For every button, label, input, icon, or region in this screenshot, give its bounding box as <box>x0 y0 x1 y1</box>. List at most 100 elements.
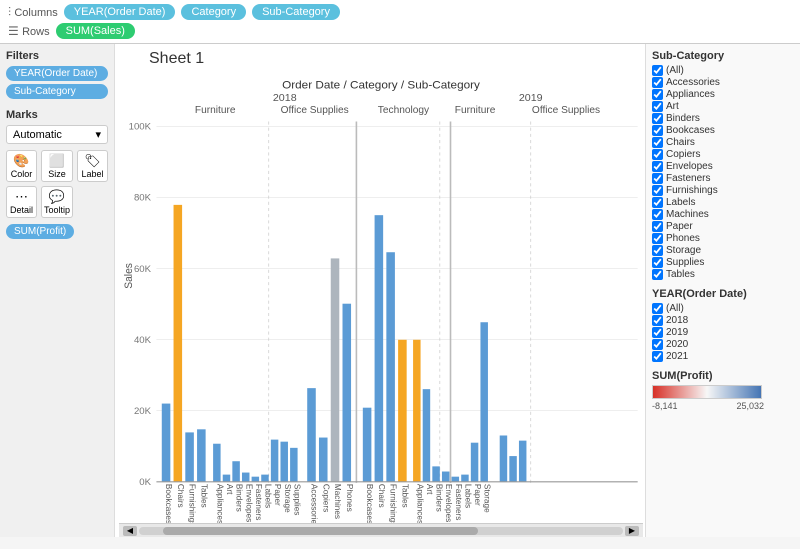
filter-sub-category[interactable]: Sub-Category <box>6 84 108 99</box>
sub-cat-supplies-checkbox[interactable] <box>652 257 663 268</box>
pill-sum-sales[interactable]: SUM(Sales) <box>56 23 135 39</box>
chart-svg: Order Date / Category / Sub-Category 201… <box>119 70 643 523</box>
sub-cat-art[interactable]: Art <box>652 101 794 112</box>
sub-cat-supplies[interactable]: Supplies <box>652 257 794 268</box>
year-2021[interactable]: 2021 <box>652 351 794 362</box>
sub-cat-fasteners-checkbox[interactable] <box>652 173 663 184</box>
year-all[interactable]: (All) <box>652 303 794 314</box>
sub-cat-phones-checkbox[interactable] <box>652 233 663 244</box>
legend-max: 25,032 <box>736 401 764 411</box>
pill-sub-category[interactable]: Sub-Category <box>252 4 340 20</box>
detail-icon: ⋯ <box>15 189 28 205</box>
marks-dropdown[interactable]: Automatic ▾ <box>6 125 108 144</box>
sub-cat-binders[interactable]: Binders <box>652 113 794 124</box>
sub-cat-tables[interactable]: Tables <box>652 269 794 280</box>
year-2018[interactable]: 2018 <box>652 315 794 326</box>
label-button[interactable]: 🏷 Label <box>77 150 108 182</box>
detail-button[interactable]: ⋯ Detail <box>6 186 37 218</box>
chevron-down-icon: ▾ <box>95 128 101 141</box>
sub-cat-chairs[interactable]: Chairs <box>652 137 794 148</box>
filter-year[interactable]: YEAR(Order Date) <box>6 66 108 81</box>
label-label: Label <box>81 169 103 179</box>
year-all-checkbox[interactable] <box>652 303 663 314</box>
rows-label: Rows <box>22 26 50 38</box>
size-icon: ⬜ <box>49 153 65 169</box>
year-2020-checkbox[interactable] <box>652 339 663 350</box>
svg-text:20K: 20K <box>134 406 152 417</box>
year-section: YEAR(Order Date) (All) 2018 2019 2020 20… <box>652 288 794 362</box>
sub-cat-copiers-checkbox[interactable] <box>652 149 663 160</box>
sub-cat-chairs-checkbox[interactable] <box>652 137 663 148</box>
marks-section: Marks Automatic ▾ 🎨 Color ⬜ Size 🏷 Label <box>6 109 108 239</box>
scroll-thumb[interactable] <box>163 527 478 535</box>
sub-cat-accessories[interactable]: Accessories <box>652 77 794 88</box>
sub-cat-all-checkbox[interactable] <box>652 65 663 76</box>
svg-text:Tables: Tables <box>400 484 410 508</box>
year-2021-checkbox[interactable] <box>652 351 663 362</box>
sub-cat-envelopes-checkbox[interactable] <box>652 161 663 172</box>
svg-text:40K: 40K <box>134 335 152 346</box>
svg-text:Tables: Tables <box>199 484 209 508</box>
svg-text:Phones: Phones <box>345 484 355 512</box>
sub-cat-furnishings[interactable]: Furnishings <box>652 185 794 196</box>
main-area: Filters YEAR(Order Date) Sub-Category Ma… <box>0 44 800 537</box>
sub-cat-appliances[interactable]: Appliances <box>652 89 794 100</box>
sub-cat-binders-checkbox[interactable] <box>652 113 663 124</box>
sub-cat-machines[interactable]: Machines <box>652 209 794 220</box>
top-bar: ⫶ Columns YEAR(Order Date) Category Sub-… <box>0 0 800 44</box>
tooltip-button[interactable]: 💬 Tooltip <box>41 186 73 218</box>
year-2019-checkbox[interactable] <box>652 327 663 338</box>
filters-section: Filters YEAR(Order Date) Sub-Category <box>6 50 108 99</box>
sub-cat-art-checkbox[interactable] <box>652 101 663 112</box>
scroll-right-arrow[interactable]: ▶ <box>625 526 639 536</box>
sub-category-section: Sub-Category (All) Accessories Appliance… <box>652 50 794 280</box>
horizontal-scrollbar[interactable]: ◀ ▶ <box>119 523 643 537</box>
pill-category[interactable]: Category <box>181 4 246 20</box>
year-title: YEAR(Order Date) <box>652 288 794 300</box>
marks-icons-grid: 🎨 Color ⬜ Size 🏷 Label ⋯ Detail 💬 T <box>6 150 108 218</box>
legend-min: -8,141 <box>652 401 678 411</box>
scroll-track[interactable] <box>139 527 623 535</box>
year-2018-checkbox[interactable] <box>652 315 663 326</box>
size-label: Size <box>48 169 66 179</box>
sub-cat-fasteners[interactable]: Fasteners <box>652 173 794 184</box>
sub-cat-storage-checkbox[interactable] <box>652 245 663 256</box>
sub-cat-paper[interactable]: Paper <box>652 221 794 232</box>
svg-text:Furniture: Furniture <box>195 105 236 116</box>
tooltip-icon: 💬 <box>49 189 65 205</box>
sub-cat-accessories-checkbox[interactable] <box>652 77 663 88</box>
left-panel: Filters YEAR(Order Date) Sub-Category Ma… <box>0 44 115 537</box>
rows-row: ☰ Rows SUM(Sales) <box>8 23 792 39</box>
sub-cat-paper-checkbox[interactable] <box>652 221 663 232</box>
sub-cat-furnishings-checkbox[interactable] <box>652 185 663 196</box>
pill-year-order-date[interactable]: YEAR(Order Date) <box>64 4 176 20</box>
svg-text:Furniture: Furniture <box>455 105 496 116</box>
svg-text:Copiers: Copiers <box>321 484 331 512</box>
sub-cat-labels[interactable]: Labels <box>652 197 794 208</box>
svg-text:Office Supplies: Office Supplies <box>532 105 600 116</box>
sub-cat-bookcases-checkbox[interactable] <box>652 125 663 136</box>
scroll-left-arrow[interactable]: ◀ <box>123 526 137 536</box>
sub-cat-labels-checkbox[interactable] <box>652 197 663 208</box>
sub-cat-machines-checkbox[interactable] <box>652 209 663 220</box>
color-button[interactable]: 🎨 Color <box>6 150 37 182</box>
marks-title: Marks <box>6 109 108 121</box>
sum-profit-pill[interactable]: SUM(Profit) <box>6 224 74 239</box>
sub-cat-envelopes[interactable]: Envelopes <box>652 161 794 172</box>
svg-text:Accessories: Accessories <box>309 484 319 523</box>
svg-text:Machines: Machines <box>333 484 343 519</box>
svg-text:Bookcases: Bookcases <box>164 484 174 523</box>
year-2019[interactable]: 2019 <box>652 327 794 338</box>
year-2020[interactable]: 2020 <box>652 339 794 350</box>
sub-cat-phones[interactable]: Phones <box>652 233 794 244</box>
sub-cat-storage[interactable]: Storage <box>652 245 794 256</box>
sub-cat-appliances-checkbox[interactable] <box>652 89 663 100</box>
sub-cat-all[interactable]: (All) <box>652 65 794 76</box>
size-button[interactable]: ⬜ Size <box>41 150 73 182</box>
sum-profit-legend-title: SUM(Profit) <box>652 370 794 382</box>
legend-gradient <box>652 385 762 399</box>
sub-cat-tables-checkbox[interactable] <box>652 269 663 280</box>
sub-cat-bookcases[interactable]: Bookcases <box>652 125 794 136</box>
svg-text:60K: 60K <box>134 264 152 275</box>
sub-cat-copiers[interactable]: Copiers <box>652 149 794 160</box>
